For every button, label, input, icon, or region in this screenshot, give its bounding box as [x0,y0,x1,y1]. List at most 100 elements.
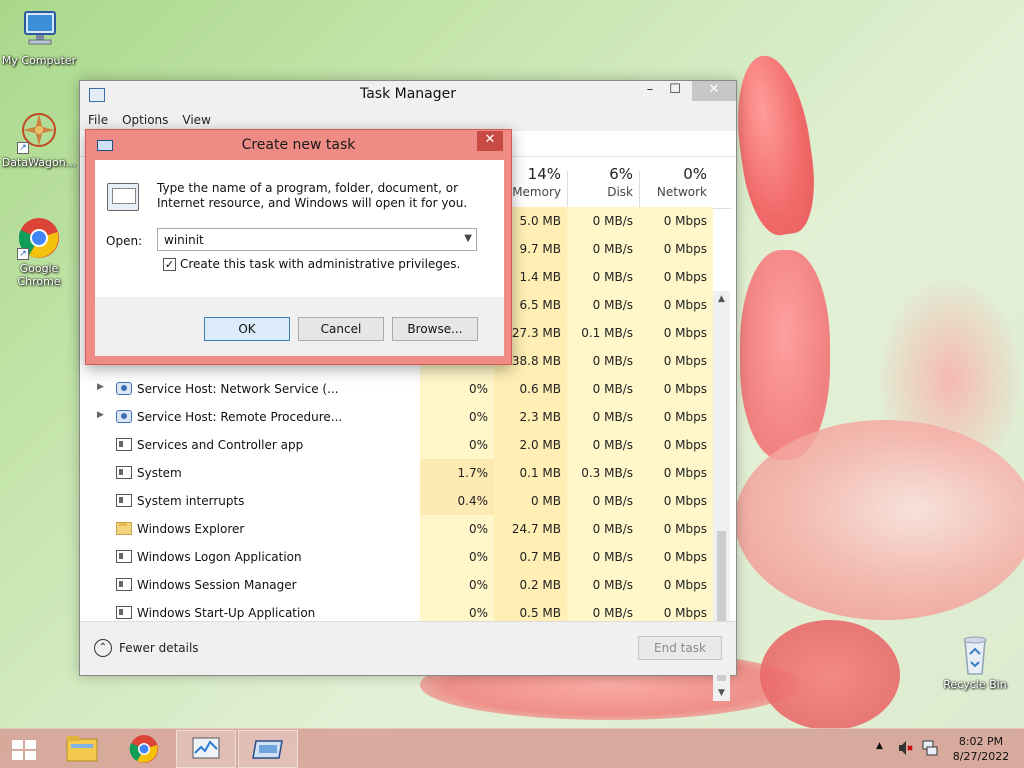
taskbar: ▲ 8:02 PM 8/27/2022 [0,728,1024,768]
taskbar-run-dialog[interactable] [238,730,298,768]
network-cell: 0 Mbps [639,263,713,291]
process-icon [116,578,132,591]
disk-cell: 0.3 MB/s [567,459,639,487]
disk-percent: 6% [609,165,633,183]
open-input[interactable] [158,229,448,250]
table-row[interactable]: Windows Session Manager 0% 0.2 MB 0 MB/s 0 M… [87,571,717,599]
taskbar-file-explorer[interactable] [52,730,112,768]
cancel-button[interactable]: Cancel [298,317,384,341]
network-cell: 0 Mbps [639,431,713,459]
checkbox-checked-icon[interactable]: ✓ [163,257,176,271]
end-task-button[interactable]: End task [638,636,722,660]
network-icon[interactable] [921,739,939,760]
close-button[interactable]: ✕ [692,81,736,101]
scroll-up-arrow-icon[interactable]: ▲ [713,291,730,307]
table-row[interactable]: Windows Logon Application 0% 0.7 MB 0 MB/s 0… [87,543,717,571]
disk-cell: 0 MB/s [567,375,639,403]
desktop-icon-my-computer[interactable]: My Computer [1,8,77,67]
start-button[interactable] [0,730,48,768]
column-separator [567,171,568,209]
memory-cell: 24.7 MB [494,515,567,543]
desktop-icon-google-chrome[interactable]: ↗ Google Chrome [1,216,77,288]
table-row[interactable]: Windows Explorer 0% 24.7 MB 0 MB/s 0 Mbps [87,515,717,543]
windows-logo-icon [12,740,37,760]
dialog-description: Type the name of a program, folder, docu… [157,181,468,210]
cpu-cell: 0.4% [420,487,494,515]
shortcut-arrow-icon: ↗ [17,142,29,154]
desktop-icon-recycle-bin[interactable]: Recycle Bin [937,632,1013,691]
process-icon [116,606,132,619]
dialog-close-button[interactable]: ✕ [477,131,503,151]
column-header-disk[interactable]: 6% Disk [581,165,633,199]
clock-time: 8:02 PM [958,735,1004,748]
network-cell: 0 Mbps [639,375,713,403]
disk-cell: 0 MB/s [567,431,639,459]
menu-file[interactable]: File [88,113,108,127]
network-cell: 0 Mbps [639,543,713,571]
process-icon [116,550,132,563]
memory-cell: 2.0 MB [494,431,567,459]
maximize-button[interactable]: ☐ [660,81,690,101]
column-separator [639,171,640,209]
menu-options[interactable]: Options [122,113,168,127]
network-cell: 0 Mbps [639,291,713,319]
network-cell: 0 Mbps [639,319,713,347]
table-row[interactable]: System 1.7% 0.1 MB 0.3 MB/s 0 Mbps [87,459,717,487]
cpu-cell: 0% [420,431,494,459]
column-header-network[interactable]: 0% Network [647,165,707,199]
clock-date: 8/27/2022 [952,750,1010,763]
column-header-memory[interactable]: 14% Memory [507,165,561,199]
process-name: Services and Controller app [137,438,304,452]
chevron-right-icon[interactable]: ▶ [97,382,104,392]
table-row[interactable]: ▶ Service Host: Network Service (... 0% 0.6… [87,375,717,403]
dialog-content: Type the name of a program, folder, docu… [95,160,504,356]
process-name: Service Host: Network Service (... [137,382,339,396]
open-combobox[interactable]: ▼ [157,228,477,251]
network-cell: 0 Mbps [639,515,713,543]
desktop-icon-label: Google Chrome [17,262,61,288]
disk-cell: 0 MB/s [567,487,639,515]
chevron-down-icon[interactable]: ▼ [464,233,472,244]
disk-cell: 0.1 MB/s [567,319,639,347]
cpu-cell: 0% [420,543,494,571]
service-gear-icon [116,410,132,423]
table-row[interactable]: ▶ Service Host: Remote Procedure... 0% 2.3 … [87,403,717,431]
memory-cell: 0.7 MB [494,543,567,571]
task-manager-titlebar[interactable]: Task Manager – ☐ ✕ [80,81,736,109]
ok-button[interactable]: OK [204,317,290,341]
table-row[interactable]: Services and Controller app 0% 2.0 MB 0 MB/… [87,431,717,459]
disk-cell: 0 MB/s [567,347,639,375]
chevron-right-icon[interactable]: ▶ [97,410,104,420]
network-cell: 0 Mbps [639,235,713,263]
volume-muted-icon[interactable] [897,739,913,760]
network-cell: 0 Mbps [639,487,713,515]
clock[interactable]: 8:02 PM 8/27/2022 [945,734,1017,764]
process-icon [116,494,132,507]
process-icon [116,438,132,451]
memory-label: Memory [512,185,561,199]
process-name: System interrupts [137,494,245,508]
desktop-icon-datawagon[interactable]: ↗ DataWagon... [1,110,77,169]
scroll-down-arrow-icon[interactable]: ▼ [713,685,730,701]
cpu-cell: 0% [420,571,494,599]
taskbar-task-manager[interactable] [176,730,236,768]
disk-cell: 0 MB/s [567,403,639,431]
admin-privileges-checkbox[interactable]: ✓ Create this task with administrative p… [163,257,460,271]
process-icon [116,466,132,479]
open-label: Open: [106,234,143,248]
computer-icon [17,8,61,52]
datawagon-icon: ↗ [17,110,61,154]
tray-overflow-icon[interactable]: ▲ [876,741,883,751]
disk-cell: 0 MB/s [567,291,639,319]
process-name: System [137,466,182,480]
create-new-task-dialog: Create new task ✕ Type the name of a pro… [85,129,512,365]
taskbar-chrome[interactable] [114,730,174,768]
dialog-title: Create new task [241,137,356,153]
desktop-icon-label: My Computer [1,54,77,67]
network-percent: 0% [683,165,707,183]
fewer-details-button[interactable]: ⌃ Fewer details [94,639,199,657]
table-row[interactable]: System interrupts 0.4% 0 MB 0 MB/s 0 Mbps [87,487,717,515]
browse-button[interactable]: Browse... [392,317,478,341]
menu-view[interactable]: View [182,113,210,127]
network-cell: 0 Mbps [639,403,713,431]
